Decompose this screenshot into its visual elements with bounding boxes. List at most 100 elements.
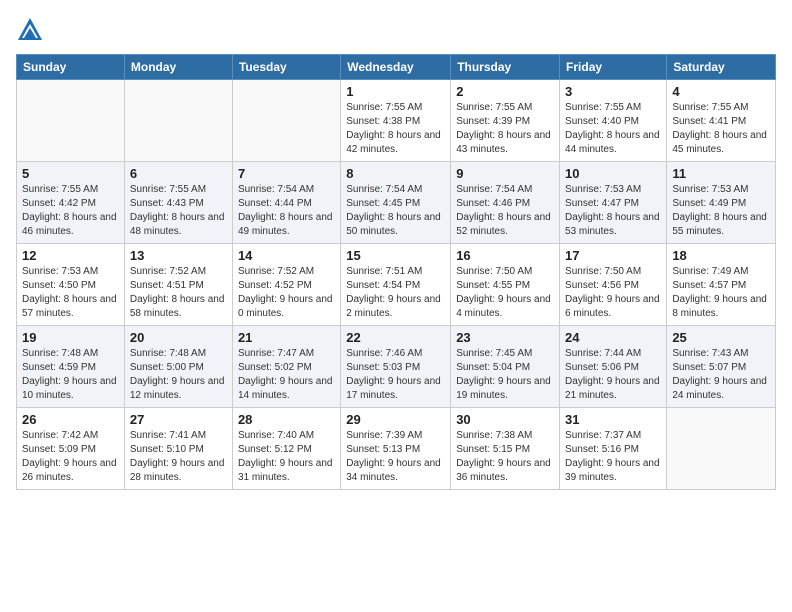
- calendar-cell: 31 Sunrise: 7:37 AM Sunset: 5:16 PM Dayli…: [560, 408, 667, 490]
- calendar-cell: 17 Sunrise: 7:50 AM Sunset: 4:56 PM Dayli…: [560, 244, 667, 326]
- calendar-week-5: 26 Sunrise: 7:42 AM Sunset: 5:09 PM Dayli…: [17, 408, 776, 490]
- weekday-header-thursday: Thursday: [451, 55, 560, 80]
- weekday-header-sunday: Sunday: [17, 55, 125, 80]
- day-number: 25: [672, 330, 770, 345]
- calendar-week-4: 19 Sunrise: 7:48 AM Sunset: 4:59 PM Dayli…: [17, 326, 776, 408]
- day-number: 11: [672, 166, 770, 181]
- day-info: Sunrise: 7:49 AM Sunset: 4:57 PM Dayligh…: [672, 265, 770, 321]
- day-number: 15: [346, 248, 445, 263]
- day-info: Sunrise: 7:51 AM Sunset: 4:54 PM Dayligh…: [346, 265, 445, 321]
- calendar-cell: [124, 80, 232, 162]
- calendar-cell: 29Sunrise: 7:39 AM Sunset: 5:13 PM Dayli…: [341, 408, 451, 490]
- day-info: Sunrise: 7:44 AM Sunset: 5:06 PM Dayligh…: [565, 347, 661, 403]
- calendar-cell: 2 Sunrise: 7:55 AM Sunset: 4:39 PM Daylig…: [451, 80, 560, 162]
- weekday-header-friday: Friday: [560, 55, 667, 80]
- day-number: 9: [456, 166, 554, 181]
- day-number: 27: [130, 412, 227, 427]
- calendar-cell: 11 Sunrise: 7:53 AM Sunset: 4:49 PM Dayli…: [667, 162, 776, 244]
- day-info: Sunrise: 7:54 AM Sunset: 4:44 PM Dayligh…: [238, 183, 335, 239]
- calendar-cell: 15 Sunrise: 7:51 AM Sunset: 4:54 PM Dayli…: [341, 244, 451, 326]
- weekday-header-row: SundayMondayTuesdayWednesdayThursdayFrid…: [17, 55, 776, 80]
- day-number: 4: [672, 84, 770, 99]
- day-number: 13: [130, 248, 227, 263]
- day-info: Sunrise: 7:48 AM Sunset: 5:00 PM Dayligh…: [130, 347, 227, 403]
- calendar-week-3: 12 Sunrise: 7:53 AM Sunset: 4:50 PM Dayli…: [17, 244, 776, 326]
- day-number: 10: [565, 166, 661, 181]
- day-number: 26: [22, 412, 119, 427]
- day-number: 17: [565, 248, 661, 263]
- logo: [16, 16, 48, 44]
- calendar-cell: 4 Sunrise: 7:55 AM Sunset: 4:41 PM Daylig…: [667, 80, 776, 162]
- day-number: 14: [238, 248, 335, 263]
- day-number: 31: [565, 412, 661, 427]
- day-info: Sunrise: 7:53 AM Sunset: 4:50 PM Dayligh…: [22, 265, 119, 321]
- day-number: 30: [456, 412, 554, 427]
- day-number: 19: [22, 330, 119, 345]
- logo-icon: [16, 16, 44, 44]
- calendar-cell: 22Sunrise: 7:46 AM Sunset: 5:03 PM Dayli…: [341, 326, 451, 408]
- day-number: 20: [130, 330, 227, 345]
- calendar-cell: [17, 80, 125, 162]
- calendar-cell: 8 Sunrise: 7:54 AM Sunset: 4:45 PM Daylig…: [341, 162, 451, 244]
- day-number: 3: [565, 84, 661, 99]
- calendar-cell: 30Sunrise: 7:38 AM Sunset: 5:15 PM Dayli…: [451, 408, 560, 490]
- calendar-cell: 3 Sunrise: 7:55 AM Sunset: 4:40 PM Daylig…: [560, 80, 667, 162]
- day-info: Sunrise: 7:53 AM Sunset: 4:47 PM Dayligh…: [565, 183, 661, 239]
- day-info: Sunrise: 7:48 AM Sunset: 4:59 PM Dayligh…: [22, 347, 119, 403]
- calendar-cell: 26 Sunrise: 7:42 AM Sunset: 5:09 PM Dayli…: [17, 408, 125, 490]
- day-info: Sunrise: 7:55 AM Sunset: 4:40 PM Dayligh…: [565, 101, 661, 157]
- calendar-cell: 21Sunrise: 7:47 AM Sunset: 5:02 PM Dayli…: [232, 326, 340, 408]
- day-number: 23: [456, 330, 554, 345]
- day-info: Sunrise: 7:46 AM Sunset: 5:03 PM Dayligh…: [346, 347, 445, 403]
- calendar-cell: 25 Sunrise: 7:43 AM Sunset: 5:07 PM Dayli…: [667, 326, 776, 408]
- calendar-cell: 16 Sunrise: 7:50 AM Sunset: 4:55 PM Dayli…: [451, 244, 560, 326]
- day-info: Sunrise: 7:54 AM Sunset: 4:46 PM Dayligh…: [456, 183, 554, 239]
- day-info: Sunrise: 7:55 AM Sunset: 4:41 PM Dayligh…: [672, 101, 770, 157]
- day-info: Sunrise: 7:55 AM Sunset: 4:42 PM Dayligh…: [22, 183, 119, 239]
- day-info: Sunrise: 7:55 AM Sunset: 4:39 PM Dayligh…: [456, 101, 554, 157]
- calendar-header: SundayMondayTuesdayWednesdayThursdayFrid…: [17, 55, 776, 80]
- day-info: Sunrise: 7:47 AM Sunset: 5:02 PM Dayligh…: [238, 347, 335, 403]
- day-number: 16: [456, 248, 554, 263]
- day-info: Sunrise: 7:55 AM Sunset: 4:43 PM Dayligh…: [130, 183, 227, 239]
- day-info: Sunrise: 7:50 AM Sunset: 4:56 PM Dayligh…: [565, 265, 661, 321]
- day-number: 12: [22, 248, 119, 263]
- calendar-cell: 5 Sunrise: 7:55 AM Sunset: 4:42 PM Daylig…: [17, 162, 125, 244]
- day-number: 8: [346, 166, 445, 181]
- calendar-cell: 28Sunrise: 7:40 AM Sunset: 5:12 PM Dayli…: [232, 408, 340, 490]
- day-number: 7: [238, 166, 335, 181]
- calendar-cell: 7 Sunrise: 7:54 AM Sunset: 4:44 PM Daylig…: [232, 162, 340, 244]
- day-info: Sunrise: 7:45 AM Sunset: 5:04 PM Dayligh…: [456, 347, 554, 403]
- day-info: Sunrise: 7:53 AM Sunset: 4:49 PM Dayligh…: [672, 183, 770, 239]
- day-number: 2: [456, 84, 554, 99]
- calendar-cell: 14 Sunrise: 7:52 AM Sunset: 4:52 PM Dayli…: [232, 244, 340, 326]
- day-info: Sunrise: 7:39 AM Sunset: 5:13 PM Dayligh…: [346, 429, 445, 485]
- day-number: 5: [22, 166, 119, 181]
- calendar-cell: [667, 408, 776, 490]
- calendar-cell: 1 Sunrise: 7:55 AM Sunset: 4:38 PM Daylig…: [341, 80, 451, 162]
- weekday-header-monday: Monday: [124, 55, 232, 80]
- day-info: Sunrise: 7:37 AM Sunset: 5:16 PM Dayligh…: [565, 429, 661, 485]
- day-info: Sunrise: 7:43 AM Sunset: 5:07 PM Dayligh…: [672, 347, 770, 403]
- calendar-cell: 24 Sunrise: 7:44 AM Sunset: 5:06 PM Dayli…: [560, 326, 667, 408]
- day-info: Sunrise: 7:42 AM Sunset: 5:09 PM Dayligh…: [22, 429, 119, 485]
- header: [16, 16, 776, 44]
- weekday-header-wednesday: Wednesday: [341, 55, 451, 80]
- day-number: 18: [672, 248, 770, 263]
- day-info: Sunrise: 7:54 AM Sunset: 4:45 PM Dayligh…: [346, 183, 445, 239]
- calendar-cell: 18 Sunrise: 7:49 AM Sunset: 4:57 PM Dayli…: [667, 244, 776, 326]
- day-info: Sunrise: 7:52 AM Sunset: 4:52 PM Dayligh…: [238, 265, 335, 321]
- day-info: Sunrise: 7:52 AM Sunset: 4:51 PM Dayligh…: [130, 265, 227, 321]
- day-number: 24: [565, 330, 661, 345]
- weekday-header-saturday: Saturday: [667, 55, 776, 80]
- calendar-week-2: 5 Sunrise: 7:55 AM Sunset: 4:42 PM Daylig…: [17, 162, 776, 244]
- calendar-cell: 10 Sunrise: 7:53 AM Sunset: 4:47 PM Dayli…: [560, 162, 667, 244]
- calendar-cell: 9 Sunrise: 7:54 AM Sunset: 4:46 PM Daylig…: [451, 162, 560, 244]
- day-info: Sunrise: 7:55 AM Sunset: 4:38 PM Dayligh…: [346, 101, 445, 157]
- day-number: 1: [346, 84, 445, 99]
- calendar-body: 1 Sunrise: 7:55 AM Sunset: 4:38 PM Daylig…: [17, 80, 776, 490]
- calendar-cell: [232, 80, 340, 162]
- calendar-cell: 23 Sunrise: 7:45 AM Sunset: 5:04 PM Dayli…: [451, 326, 560, 408]
- calendar-cell: 6Sunrise: 7:55 AM Sunset: 4:43 PM Daylig…: [124, 162, 232, 244]
- day-info: Sunrise: 7:50 AM Sunset: 4:55 PM Dayligh…: [456, 265, 554, 321]
